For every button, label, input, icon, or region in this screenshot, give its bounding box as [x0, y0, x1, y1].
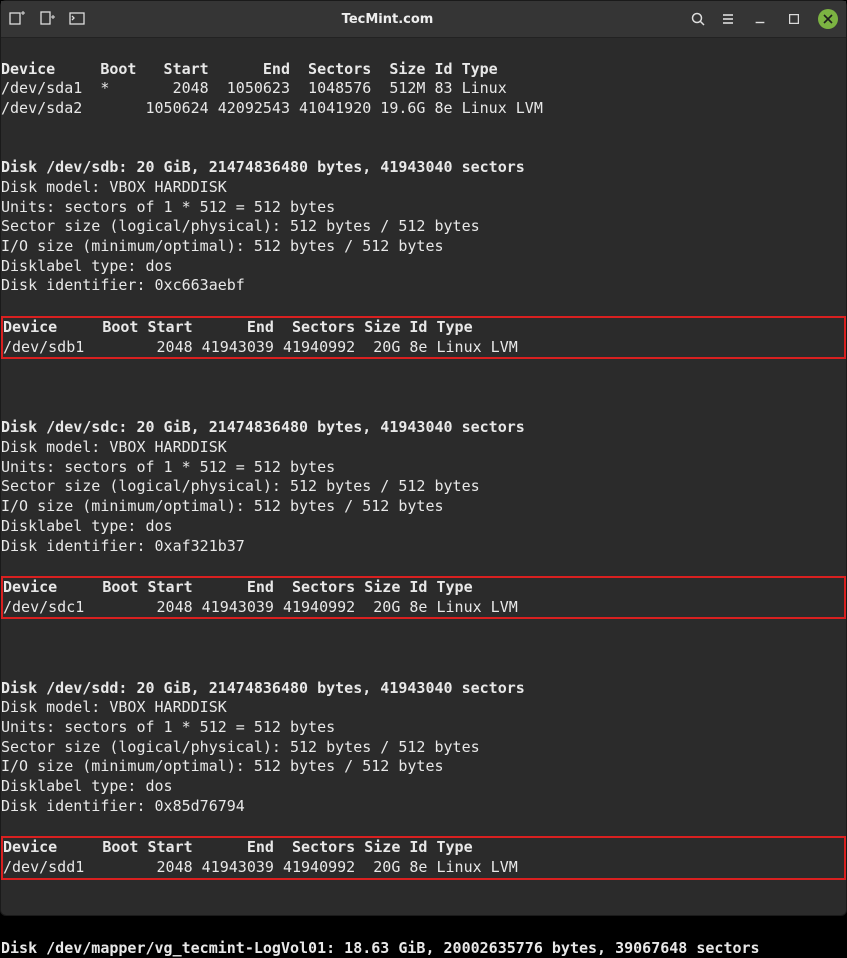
sdb-sector: Sector size (logical/physical): 512 byte…	[1, 217, 480, 235]
sda-row2: /dev/sda2 1050624 42092543 41041920 19.6…	[1, 99, 543, 117]
menu-icon[interactable]	[720, 11, 736, 27]
sdb-header: Device Boot Start End Sectors Size Id Ty…	[3, 318, 473, 336]
maximize-button[interactable]	[784, 9, 804, 29]
terminal-output[interactable]: Device Boot Start End Sectors Size Id Ty…	[1, 38, 846, 958]
terminal-icon[interactable]	[69, 11, 85, 27]
sdd-header: Device Boot Start End Sectors Size Id Ty…	[3, 838, 473, 856]
new-tab-icon[interactable]	[9, 11, 25, 27]
titlebar-right-group	[690, 9, 838, 29]
search-icon[interactable]	[690, 11, 706, 27]
sdd-highlight-box: Device Boot Start End Sectors Size Id Ty…	[1, 836, 846, 879]
sdc-highlight-box: Device Boot Start End Sectors Size Id Ty…	[1, 576, 846, 619]
sdc-ident: Disk identifier: 0xaf321b37	[1, 537, 245, 555]
titlebar-left-group	[9, 11, 85, 27]
sdb-units: Units: sectors of 1 * 512 = 512 bytes	[1, 198, 335, 216]
sdb-model: Disk model: VBOX HARDDISK	[1, 178, 227, 196]
sdd-row: /dev/sdd1 2048 41943039 41940992 20G 8e …	[3, 858, 518, 876]
sdb-label: Disklabel type: dos	[1, 257, 173, 275]
window-title: TecMint.com	[93, 12, 682, 27]
sdd-units: Units: sectors of 1 * 512 = 512 bytes	[1, 718, 335, 736]
sdc-io: I/O size (minimum/optimal): 512 bytes / …	[1, 497, 444, 515]
sdc-sector: Sector size (logical/physical): 512 byte…	[1, 477, 480, 495]
sdb-title: Disk /dev/sdb: 20 GiB, 21474836480 bytes…	[1, 158, 525, 176]
sda-header: Device Boot Start End Sectors Size Id Ty…	[1, 60, 498, 78]
sdd-ident: Disk identifier: 0x85d76794	[1, 797, 245, 815]
sdd-sector: Sector size (logical/physical): 512 byte…	[1, 738, 480, 756]
sdd-model: Disk model: VBOX HARDDISK	[1, 698, 227, 716]
sdb-highlight-box: Device Boot Start End Sectors Size Id Ty…	[1, 316, 846, 359]
window-titlebar: TecMint.com	[1, 1, 846, 38]
sdc-label: Disklabel type: dos	[1, 517, 173, 535]
sdb-io: I/O size (minimum/optimal): 512 bytes / …	[1, 237, 444, 255]
sdc-units: Units: sectors of 1 * 512 = 512 bytes	[1, 458, 335, 476]
sdb-row: /dev/sdb1 2048 41943039 41940992 20G 8e …	[3, 338, 518, 356]
sdc-header: Device Boot Start End Sectors Size Id Ty…	[3, 578, 473, 596]
minimize-button[interactable]	[750, 9, 770, 29]
sdc-title: Disk /dev/sdc: 20 GiB, 21474836480 bytes…	[1, 418, 525, 436]
sda-row1: /dev/sda1 * 2048 1050623 1048576 512M 83…	[1, 79, 507, 97]
sdd-title: Disk /dev/sdd: 20 GiB, 21474836480 bytes…	[1, 679, 525, 697]
sdc-row: /dev/sdc1 2048 41943039 41940992 20G 8e …	[3, 598, 518, 616]
sdd-label: Disklabel type: dos	[1, 777, 173, 795]
sdd-io: I/O size (minimum/optimal): 512 bytes / …	[1, 757, 444, 775]
sdb-ident: Disk identifier: 0xc663aebf	[1, 276, 245, 294]
sdc-model: Disk model: VBOX HARDDISK	[1, 438, 227, 456]
mapper-title: Disk /dev/mapper/vg_tecmint-LogVol01: 18…	[1, 939, 760, 957]
new-window-icon[interactable]	[39, 11, 55, 27]
close-button[interactable]	[818, 9, 838, 29]
